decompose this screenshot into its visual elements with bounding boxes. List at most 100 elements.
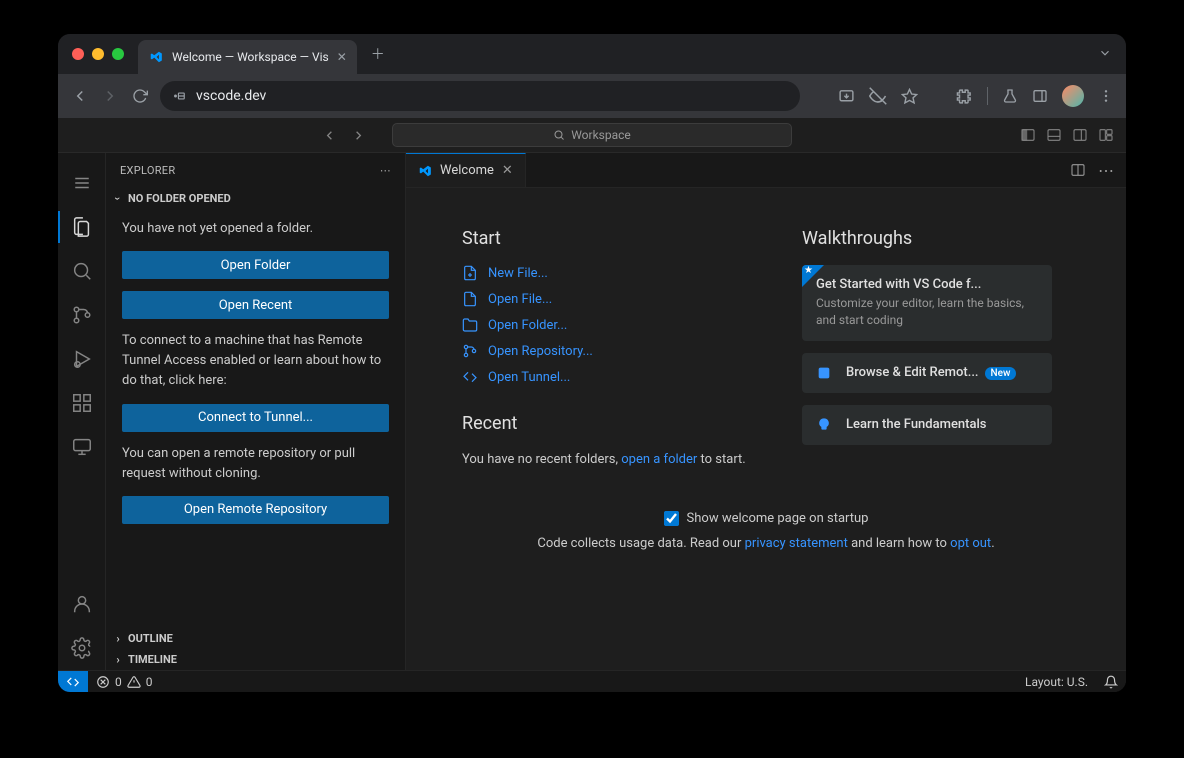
vscode-icon (418, 164, 432, 178)
labs-icon[interactable] (1002, 88, 1018, 104)
timeline-section-header[interactable]: › TIMELINE (106, 649, 405, 670)
repo-icon (462, 343, 478, 359)
run-debug-view-icon[interactable] (58, 337, 106, 381)
vscode-body: EXPLORER ⋯ › NO FOLDER OPENED You have n… (58, 153, 1126, 670)
open-tunnel-link[interactable]: Open Tunnel... (462, 369, 762, 385)
close-tab-icon[interactable]: ✕ (337, 50, 347, 64)
sidebar-more-icon[interactable]: ⋯ (380, 164, 391, 177)
new-badge: New (985, 367, 1017, 380)
sidebar-title: EXPLORER ⋯ (106, 153, 405, 188)
open-folder-button[interactable]: Open Folder (122, 251, 389, 279)
privacy-statement-link[interactable]: privacy statement (745, 536, 848, 551)
site-info-icon[interactable] (172, 89, 186, 103)
editor-more-icon[interactable]: ⋯ (1098, 161, 1114, 180)
connect-tunnel-button[interactable]: Connect to Tunnel... (122, 404, 389, 432)
reload-button[interactable] (130, 88, 150, 104)
toggle-panel-icon[interactable] (1046, 127, 1062, 143)
browser-tab[interactable]: Welcome — Workspace — Vis ✕ (138, 40, 357, 74)
extensions-view-icon[interactable] (58, 381, 106, 425)
walkthrough-title: Browse & Edit Remot...New (846, 365, 1038, 381)
section-label: OUTLINE (128, 632, 173, 645)
chrome-tab-strip: Welcome — Workspace — Vis ✕ ＋ (58, 34, 1126, 74)
address-bar[interactable]: vscode.dev (160, 81, 800, 111)
walkthroughs-heading: Walkthroughs (802, 228, 1052, 249)
remote-indicator[interactable] (58, 671, 88, 692)
back-button[interactable] (70, 87, 90, 105)
bookmark-icon[interactable] (901, 88, 918, 105)
no-folder-section-header[interactable]: › NO FOLDER OPENED (106, 188, 405, 209)
close-window-button[interactable] (72, 48, 84, 60)
chrome-menu-icon[interactable] (1098, 88, 1114, 104)
app-menu-button[interactable] (58, 161, 106, 205)
no-folder-content: You have not yet opened a folder. Open F… (106, 209, 405, 534)
remote-explorer-view-icon[interactable] (58, 425, 106, 469)
recent-heading: Recent (462, 413, 762, 434)
walkthrough-title: Get Started with VS Code f... (816, 277, 1038, 292)
opt-out-link[interactable]: opt out (950, 536, 991, 551)
outline-section-header[interactable]: › OUTLINE (106, 628, 405, 649)
explorer-view-icon[interactable] (58, 205, 106, 249)
remote-walk-icon (816, 365, 834, 381)
accounts-icon[interactable] (58, 582, 106, 626)
keyboard-layout-status[interactable]: Layout: U.S. (1017, 675, 1096, 689)
recent-empty-text: You have no recent folders, open a folde… (462, 450, 762, 471)
extensions-icon[interactable] (956, 88, 973, 105)
chevron-down-icon: › (112, 193, 125, 205)
new-file-icon (462, 265, 478, 281)
tracking-off-icon[interactable] (869, 87, 887, 105)
minimize-window-button[interactable] (92, 48, 104, 60)
walkthrough-title: Learn the Fundamentals (846, 417, 1038, 433)
nav-forward-icon[interactable] (351, 128, 366, 143)
toolbar-actions (838, 85, 1114, 107)
open-folder-inline-link[interactable]: open a folder (621, 452, 697, 467)
open-recent-button[interactable]: Open Recent (122, 291, 389, 319)
walkthrough-fundamentals[interactable]: Learn the Fundamentals (802, 405, 1052, 445)
show-welcome-input[interactable] (664, 511, 679, 526)
notifications-icon[interactable] (1096, 675, 1126, 689)
tunnel-info-text: To connect to a machine that has Remote … (122, 331, 389, 391)
search-view-icon[interactable] (58, 249, 106, 293)
editor-group: Welcome ✕ ⋯ Start New File... (406, 153, 1126, 670)
not-opened-text: You have not yet opened a folder. (122, 219, 389, 239)
new-file-link[interactable]: New File... (462, 265, 762, 281)
titlebar-nav (322, 128, 366, 143)
open-file-link[interactable]: Open File... (462, 291, 762, 307)
open-folder-link[interactable]: Open Folder... (462, 317, 762, 333)
expand-tabs-button[interactable] (1098, 46, 1112, 60)
editor-actions: ⋯ (1058, 153, 1126, 187)
start-column: Start New File... Open File... Open Fold… (462, 228, 762, 471)
close-tab-icon[interactable]: ✕ (502, 163, 513, 178)
toggle-secondary-sidebar-icon[interactable] (1072, 127, 1088, 143)
tab-title: Welcome — Workspace — Vis (172, 50, 329, 64)
tunnel-icon (462, 369, 478, 385)
command-center[interactable]: Workspace (392, 123, 792, 147)
new-tab-button[interactable]: ＋ (371, 44, 385, 64)
customize-layout-icon[interactable] (1098, 127, 1114, 143)
source-control-view-icon[interactable] (58, 293, 106, 337)
open-repo-link[interactable]: Open Repository... (462, 343, 762, 359)
install-app-icon[interactable] (838, 88, 855, 105)
settings-gear-icon[interactable] (58, 626, 106, 670)
maximize-window-button[interactable] (112, 48, 124, 60)
toggle-primary-sidebar-icon[interactable] (1020, 127, 1036, 143)
split-editor-icon[interactable] (1070, 162, 1086, 178)
chevron-right-icon: › (112, 653, 124, 666)
lightbulb-icon (816, 417, 834, 433)
forward-button (100, 87, 120, 105)
profile-avatar[interactable] (1062, 85, 1084, 107)
walkthrough-get-started[interactable]: Get Started with VS Code f... Customize … (802, 265, 1052, 341)
section-label: NO FOLDER OPENED (128, 192, 231, 205)
window-controls (72, 48, 124, 60)
sidebar-title-text: EXPLORER (120, 164, 175, 177)
side-panel-icon[interactable] (1032, 88, 1048, 104)
open-remote-repo-button[interactable]: Open Remote Repository (122, 496, 389, 524)
problems-status[interactable]: 0 0 (88, 675, 161, 689)
editor-tabs: Welcome ✕ ⋯ (406, 153, 1126, 188)
nav-back-icon[interactable] (322, 128, 337, 143)
walkthrough-remote[interactable]: Browse & Edit Remot...New (802, 353, 1052, 393)
show-welcome-checkbox[interactable]: Show welcome page on startup (462, 511, 1070, 526)
browser-window: Welcome — Workspace — Vis ✕ ＋ vscode.dev (58, 34, 1126, 692)
section-label: TIMELINE (128, 653, 177, 666)
file-icon (462, 291, 478, 307)
welcome-tab[interactable]: Welcome ✕ (406, 153, 526, 187)
